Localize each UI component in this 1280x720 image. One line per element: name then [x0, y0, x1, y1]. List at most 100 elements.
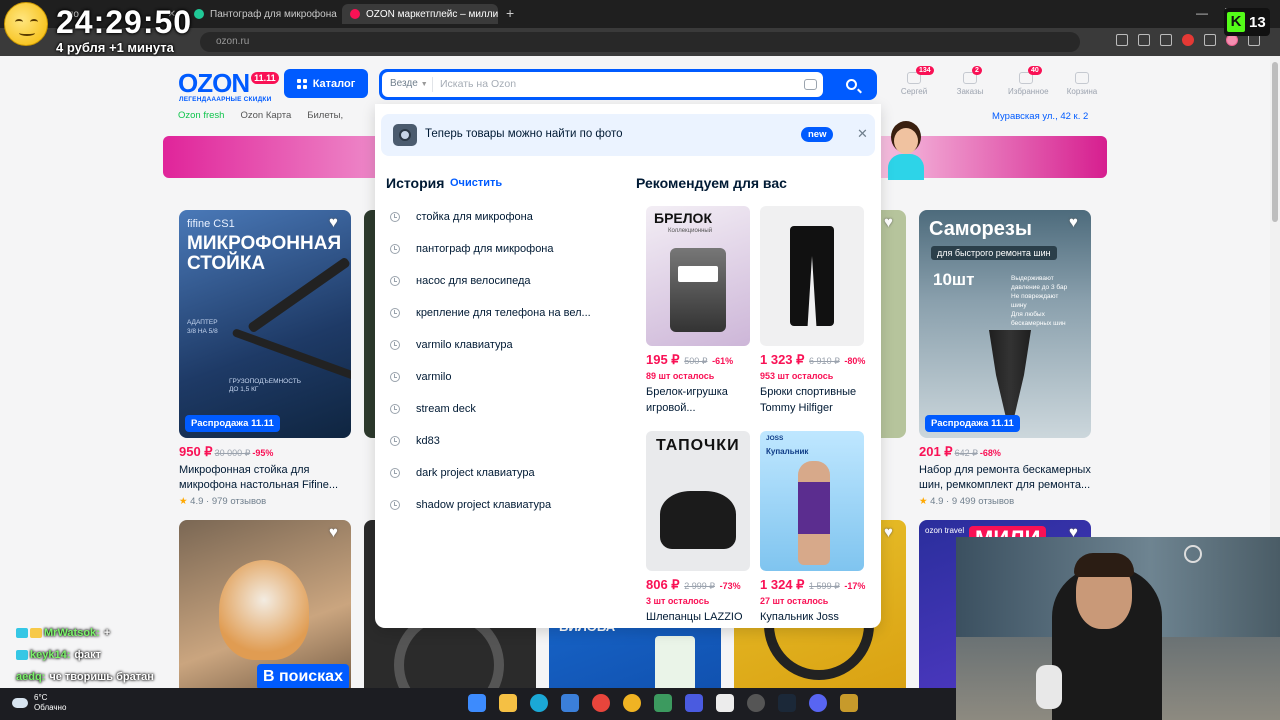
steam-icon[interactable] — [778, 694, 796, 712]
new-tab-button[interactable]: + — [506, 5, 514, 21]
history-title: История — [386, 175, 445, 191]
history-item[interactable]: стойка для микрофона — [386, 201, 616, 233]
favorite-heart-icon[interactable]: ♥ — [329, 525, 345, 540]
stats-app-icon[interactable] — [685, 694, 703, 712]
tracking-off-icon[interactable] — [1116, 34, 1128, 46]
sub-navigation: Ozon fresh Ozon Карта Билеты, — [178, 110, 343, 121]
favorites-link[interactable]: 40 Избранное — [1008, 66, 1049, 96]
orders-link[interactable]: 2 Заказы — [952, 66, 988, 96]
product-image[interactable]: fifine CS1 МИКРОФОННАЯ СТОЙКА АДАПТЕР 3/8… — [179, 210, 351, 438]
search-placeholder: Искать на Ozon — [440, 78, 517, 90]
history-item[interactable]: крепление для телефона на вел... — [386, 297, 616, 329]
photo-search-banner[interactable]: Теперь товары можно найти по фото new ✕ — [381, 114, 875, 156]
recommended-product[interactable]: 1 323 ₽ 6 910 ₽ -80% 953 шт осталось Брю… — [760, 206, 865, 416]
nav-ozon-fresh[interactable]: Ozon fresh — [178, 110, 224, 121]
close-icon[interactable]: ✕ — [857, 126, 868, 142]
extension-icon[interactable] — [1182, 34, 1194, 46]
browser-tab-active[interactable]: OZON маркетплейс – миллио ✕ — [342, 4, 498, 24]
stream-timer-note: 4 рубля +1 минута — [56, 40, 174, 55]
discord-icon[interactable] — [809, 694, 827, 712]
nav-ozon-card[interactable]: Ozon Карта — [240, 110, 291, 121]
url-field[interactable]: ozon.ru — [200, 32, 1080, 52]
history-clock-icon — [390, 308, 400, 318]
product-name[interactable]: Брелок-игрушка игровой... — [646, 384, 750, 416]
product-image[interactable]: JOSS Купальник — [760, 431, 864, 571]
profile-link[interactable]: 134 Сергей — [896, 66, 934, 96]
recommended-product[interactable]: ТАПОЧКИ 806 ₽ 2 999 ₽ -73% 3 шт осталось… — [646, 431, 750, 625]
slipper-shape — [660, 491, 736, 549]
app-icon[interactable] — [654, 694, 672, 712]
favorite-heart-icon[interactable]: ♥ — [884, 525, 900, 540]
extensions-puzzle-icon[interactable] — [1204, 34, 1216, 46]
product-name[interactable]: Шлепанцы LAZZIO — [646, 609, 750, 625]
product-title[interactable]: Микрофонная стойка для микрофона настоль… — [179, 463, 351, 493]
favorite-heart-icon[interactable]: ♥ — [329, 215, 345, 230]
favorites-label: Избранное — [1008, 87, 1049, 96]
history-item[interactable]: dark project клавиатура — [386, 457, 616, 489]
favorite-heart-icon[interactable]: ♥ — [884, 215, 900, 230]
history-item[interactable]: varmilo — [386, 361, 616, 393]
browser-tab[interactable]: Пантограф для микрофона zo ✕ — [186, 4, 338, 24]
cart-link[interactable]: Корзина — [1064, 72, 1100, 96]
product-title[interactable]: Набор для ремонта бескамерных шин, ремко… — [919, 463, 1091, 493]
nav-tickets[interactable]: Билеты, — [307, 110, 343, 121]
product-image[interactable] — [760, 206, 864, 346]
minimize-button[interactable]: — — [1196, 6, 1208, 20]
obs-icon[interactable] — [747, 694, 765, 712]
product-image[interactable]: Саморезы для быстрого ремонта шин 10шт В… — [919, 210, 1091, 438]
telegram-icon[interactable] — [561, 694, 579, 712]
product-card[interactable]: В поисках ♥ — [179, 520, 351, 688]
product-image[interactable]: В поисках ♥ — [179, 520, 351, 688]
swimsuit-model-shape — [798, 461, 830, 565]
chrome-icon[interactable] — [592, 694, 610, 712]
stock-left: 3 шт осталось — [646, 596, 710, 606]
image-brand: JOSS — [766, 435, 784, 442]
product-image[interactable]: БРЕЛОК Коллекционный — [646, 206, 750, 346]
windows-start-icon[interactable] — [468, 694, 486, 712]
ozon-logo[interactable]: OZON 11.11 — [178, 68, 281, 99]
game-app-icon[interactable] — [840, 694, 858, 712]
product-card[interactable]: Саморезы для быстрого ремонта шин 10шт В… — [919, 210, 1091, 507]
product-price: 806 ₽ 2 999 ₽ -73% — [646, 577, 741, 592]
history-clock-icon — [390, 244, 400, 254]
favorite-heart-icon[interactable]: ♥ — [1069, 215, 1085, 230]
history-item[interactable]: kd83 — [386, 425, 616, 457]
recommended-product[interactable]: JOSS Купальник 1 324 ₽ 1 599 ₽ -17% 27 ш… — [760, 431, 865, 625]
product-name[interactable]: Купальник Joss — [760, 609, 864, 625]
scrollbar-thumb[interactable] — [1272, 62, 1278, 222]
camera-search-icon[interactable] — [804, 79, 817, 90]
product-image[interactable]: ТАПОЧКИ — [646, 431, 750, 571]
stream-chat: MrWatsok: + keyk14: факт aedq: че творишь б… — [16, 622, 154, 688]
delivery-address[interactable]: Муравская ул., 42 к. 2 — [992, 111, 1088, 122]
app-icon[interactable] — [716, 694, 734, 712]
catalog-button[interactable]: Каталог — [284, 69, 368, 98]
history-item[interactable]: shadow project клавиатура — [386, 489, 616, 521]
history-clock-icon — [390, 468, 400, 478]
chat-text: + — [103, 627, 111, 639]
grid-icon — [296, 78, 307, 89]
search-suggestions-dropdown: Теперь товары можно найти по фото new ✕ … — [375, 104, 881, 628]
edge-browser-icon[interactable] — [530, 694, 548, 712]
tab-title: OZON маркетплейс – миллио — [366, 8, 498, 20]
chat-username: aedq: — [16, 671, 46, 683]
header-user-menu: 134 Сергей 2 Заказы 40 Избранное Корзина — [896, 66, 1100, 96]
viewer-counter: K 13 — [1224, 8, 1270, 36]
app-icon[interactable] — [623, 694, 641, 712]
clear-history-button[interactable]: Очистить — [450, 177, 502, 189]
history-item[interactable]: stream deck — [386, 393, 616, 425]
weather-widget[interactable]: 6°C Облачно — [12, 693, 66, 713]
bookmark-star-icon[interactable] — [1160, 34, 1172, 46]
history-item[interactable]: пантограф для микрофона — [386, 233, 616, 265]
product-card[interactable]: fifine CS1 МИКРОФОННАЯ СТОЙКА АДАПТЕР 3/8… — [179, 210, 351, 507]
file-explorer-icon[interactable] — [499, 694, 517, 712]
product-name[interactable]: Брюки спортивные Tommy Hilfiger — [760, 384, 864, 416]
history-item[interactable]: varmilo клавиатура — [386, 329, 616, 361]
chat-text: факт — [74, 649, 102, 661]
recommended-product[interactable]: БРЕЛОК Коллекционный 195 ₽ 500 ₽ -61% 89… — [646, 206, 750, 416]
cast-icon[interactable] — [1138, 34, 1150, 46]
star-icon: ★ — [179, 496, 188, 507]
search-input[interactable]: Везде ▼ Искать на Ozon — [382, 72, 823, 97]
history-item[interactable]: насос для велосипеда — [386, 265, 616, 297]
search-scope-select[interactable]: Везде ▼ — [390, 78, 428, 89]
search-button[interactable] — [828, 72, 874, 97]
